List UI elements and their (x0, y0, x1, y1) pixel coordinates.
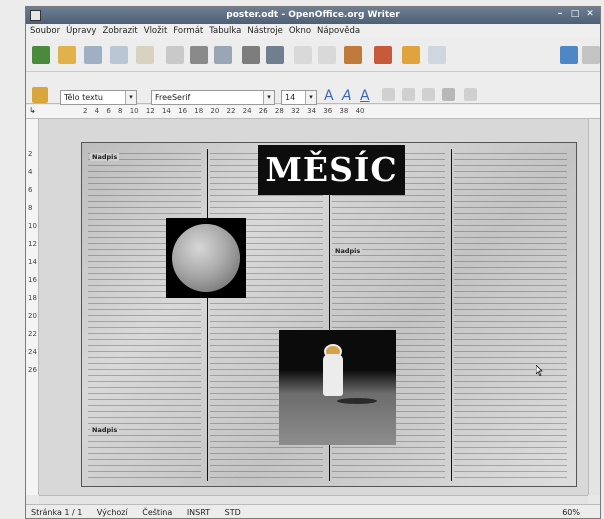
moon-icon (172, 224, 240, 292)
paragraph-style-combo[interactable]: Tělo textu ▾ (60, 90, 137, 105)
font-size-value: 14 (285, 93, 296, 102)
status-zoom[interactable]: 60% (562, 505, 580, 518)
writer-window: poster.odt - OpenOffice.org Writer – □ ✕… (25, 6, 601, 519)
font-size-combo[interactable]: 14 ▾ (281, 90, 317, 105)
paste-icon[interactable] (344, 46, 362, 64)
standard-toolbar (26, 38, 600, 72)
font-name-value: FreeSerif (155, 93, 191, 102)
menu-insert[interactable]: Vložit (144, 24, 168, 38)
shadow-shape (337, 398, 377, 404)
moon-image[interactable] (166, 218, 246, 298)
ruler-marks: 2 4 6 8 10 12 14 16 18 20 22 24 26 28 32… (83, 107, 365, 115)
cut-icon[interactable] (294, 46, 312, 64)
open-folder-icon[interactable] (58, 46, 76, 64)
italic-icon[interactable]: A (342, 88, 352, 104)
gallery-icon[interactable] (582, 46, 600, 64)
minimize-icon[interactable]: – (554, 9, 566, 21)
chevron-down-icon[interactable]: ▾ (125, 91, 136, 104)
align-right-icon[interactable] (422, 88, 435, 101)
vruler-num: 26 (28, 366, 37, 374)
heading-col1-top[interactable]: Nadpis (90, 153, 120, 161)
tab-stop-icon[interactable]: ↳ (29, 106, 36, 115)
document-page[interactable]: Nadpis Nadpis Nadpis MĚSÍC (81, 142, 577, 487)
export-pdf-icon[interactable] (166, 46, 184, 64)
save-icon[interactable] (84, 46, 102, 64)
vertical-ruler: 2 4 6 8 10 12 14 16 18 20 22 24 26 (26, 119, 39, 495)
mouse-cursor-icon (536, 365, 543, 376)
astronaut-suit-icon (323, 354, 343, 396)
navigator-icon[interactable] (560, 46, 578, 64)
menu-edit[interactable]: Úpravy (66, 24, 96, 38)
format-paintbrush-icon[interactable] (374, 46, 392, 64)
vertical-ruler-numbers: 2 4 6 8 10 12 14 16 18 20 22 24 26 (28, 145, 37, 379)
vruler-num: 6 (28, 186, 33, 194)
app-icon[interactable] (30, 10, 41, 21)
vruler-num: 16 (28, 276, 37, 284)
close-icon[interactable]: ✕ (584, 9, 596, 21)
menu-file[interactable]: Soubor (30, 24, 60, 38)
font-name-combo[interactable]: FreeSerif ▾ (151, 90, 275, 105)
underline-icon[interactable]: A (360, 88, 370, 104)
new-document-icon[interactable] (32, 46, 50, 64)
copy-icon[interactable] (318, 46, 336, 64)
status-selection-mode[interactable]: STD (225, 508, 241, 517)
menu-window[interactable]: Okno (289, 24, 311, 38)
paragraph-style-value: Tělo textu (64, 93, 103, 102)
window-controls: – □ ✕ (554, 9, 596, 21)
status-page-style[interactable]: Výchozí (97, 508, 128, 517)
autospellcheck-icon[interactable] (266, 46, 284, 64)
formatting-toolbar: Tělo textu ▾ FreeSerif ▾ 14 ▾ A A A (26, 72, 600, 105)
print-preview-icon[interactable] (214, 46, 232, 64)
menu-bar: Soubor Úpravy Zobrazit Vložit Formát Tab… (26, 24, 600, 38)
spellcheck-icon[interactable] (242, 46, 260, 64)
vruler-num: 22 (28, 330, 37, 338)
align-left-icon[interactable] (382, 88, 395, 101)
status-page[interactable]: Stránka 1 / 1 (31, 508, 82, 517)
status-language[interactable]: Čeština (142, 508, 172, 517)
maximize-icon[interactable]: □ (569, 9, 581, 21)
vruler-num: 4 (28, 168, 33, 176)
undo-icon[interactable] (402, 46, 420, 64)
heading-col1-bottom[interactable]: Nadpis (90, 426, 120, 434)
menu-help[interactable]: Nápověda (317, 24, 360, 38)
menu-tools[interactable]: Nástroje (247, 24, 282, 38)
print-icon[interactable] (190, 46, 208, 64)
vruler-num: 20 (28, 312, 37, 320)
column-divider (207, 149, 208, 481)
justify-icon[interactable] (442, 88, 455, 101)
astronaut-image[interactable] (279, 330, 396, 445)
vruler-num: 2 (28, 150, 33, 158)
horizontal-scrollbar[interactable] (39, 495, 588, 504)
redo-icon[interactable] (428, 46, 446, 64)
line-spacing-icon[interactable] (464, 88, 477, 101)
status-bar: Stránka 1 / 1 Výchozí Čeština INSRT STD … (26, 504, 600, 518)
status-insert-mode[interactable]: INSRT (187, 508, 210, 517)
menu-view[interactable]: Zobrazit (102, 24, 137, 38)
menu-table[interactable]: Tabulka (209, 24, 241, 38)
vruler-num: 10 (28, 222, 37, 230)
vruler-num: 24 (28, 348, 37, 356)
column-divider (451, 149, 452, 481)
document-canvas[interactable]: Nadpis Nadpis Nadpis MĚSÍC (39, 119, 588, 495)
vertical-scrollbar[interactable] (588, 119, 600, 495)
horizontal-ruler[interactable]: ↳ 2 4 6 8 10 12 14 16 18 20 22 24 26 28 … (26, 105, 600, 119)
vruler-num: 12 (28, 240, 37, 248)
edit-file-icon[interactable] (136, 46, 154, 64)
text-column-4[interactable] (454, 149, 567, 481)
window-title: poster.odt - OpenOffice.org Writer (226, 10, 400, 20)
align-center-icon[interactable] (402, 88, 415, 101)
menu-format[interactable]: Formát (173, 24, 203, 38)
chevron-down-icon[interactable]: ▾ (305, 91, 316, 104)
vruler-num: 8 (28, 204, 33, 212)
masthead-title[interactable]: MĚSÍC (258, 145, 405, 195)
heading-col3[interactable]: Nadpis (333, 247, 363, 255)
title-bar: poster.odt - OpenOffice.org Writer – □ ✕ (26, 7, 600, 24)
chevron-down-icon[interactable]: ▾ (263, 91, 274, 104)
styles-formatting-icon[interactable] (32, 87, 48, 103)
bold-icon[interactable]: A (324, 88, 334, 104)
email-icon[interactable] (110, 46, 128, 64)
vruler-num: 14 (28, 258, 37, 266)
vruler-num: 18 (28, 294, 37, 302)
